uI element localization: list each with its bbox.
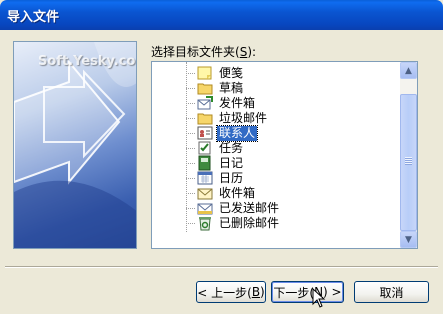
target-folder-label: 选择目标文件夹(S):	[151, 45, 257, 59]
tree-item-label: 已发送邮件	[219, 200, 280, 215]
tree-connector	[186, 87, 195, 89]
deleted-icon	[197, 215, 213, 231]
note-icon	[197, 65, 213, 81]
banner-arrows-graphic	[14, 42, 136, 248]
tasks-icon	[197, 140, 213, 156]
title-bar[interactable]: 导入文件	[0, 0, 443, 30]
chevron-down-icon: ▼	[405, 234, 412, 245]
next-button[interactable]: 下一步(N) >	[271, 281, 344, 303]
tree-item-label: 联系人	[215, 124, 259, 142]
journal-icon	[197, 155, 213, 171]
tree-item[interactable]: 日记	[186, 155, 245, 171]
tree-item-label: 已删除邮件	[219, 215, 280, 230]
tree-connector	[186, 162, 195, 164]
watermark-text: Soft.Yesky.com	[38, 54, 136, 69]
button-separator	[5, 266, 438, 268]
scroll-up-button[interactable]: ▲	[400, 62, 417, 79]
tree-connector	[186, 102, 195, 104]
tree-item[interactable]: 日历	[186, 170, 245, 186]
tree-connector	[186, 192, 195, 194]
tree-item[interactable]: 已删除邮件	[186, 215, 281, 231]
tree-item-label: 日记	[219, 155, 244, 170]
tree-item[interactable]: 草稿	[186, 80, 245, 96]
tree-connector	[186, 132, 195, 134]
inbox-icon	[197, 185, 213, 201]
folder-tree[interactable]: 便笺 草稿 发件箱 垃圾邮件 联系人 任务 日记 日历 收件箱 已发送邮件 已删除邮件 ▲ ▼	[151, 61, 418, 249]
back-button[interactable]: < 上一步(B)	[196, 281, 266, 303]
cancel-button[interactable]: 取消	[354, 281, 429, 303]
tree-item-label: 收件箱	[219, 185, 256, 200]
tree-connector	[186, 72, 195, 74]
tree-item-label: 日历	[219, 170, 244, 185]
window-title: 导入文件	[7, 10, 60, 25]
tree-item-label: 便笺	[219, 65, 244, 80]
chevron-up-icon: ▲	[405, 65, 412, 76]
tree-item[interactable]: 发件箱	[186, 95, 257, 111]
tree-item-label: 发件箱	[219, 95, 256, 110]
scroll-down-button[interactable]: ▼	[400, 231, 417, 248]
tree-item-label: 垃圾邮件	[219, 110, 268, 125]
grip-icon	[405, 157, 412, 165]
wizard-banner-image: Soft.Yesky.com	[13, 41, 137, 249]
outbox-icon	[197, 95, 213, 111]
tree-item[interactable]: 已发送邮件	[186, 200, 281, 216]
contacts-icon	[197, 125, 213, 141]
tree-item-label: 任务	[219, 140, 244, 155]
tree-item[interactable]: 联系人	[186, 124, 259, 142]
tree-item[interactable]: 便笺	[186, 65, 245, 81]
sent-icon	[197, 200, 213, 216]
tree-item[interactable]: 收件箱	[186, 185, 257, 201]
tree-connector	[186, 222, 195, 224]
folder-tree-items: 便笺 草稿 发件箱 垃圾邮件 联系人 任务 日记 日历 收件箱 已发送邮件 已删除邮件	[152, 62, 400, 248]
tree-connector	[186, 147, 195, 149]
vertical-scrollbar[interactable]: ▲ ▼	[400, 62, 417, 248]
folder-icon	[197, 110, 213, 126]
tree-item[interactable]: 任务	[186, 140, 245, 156]
tree-item[interactable]: 垃圾邮件	[186, 110, 269, 126]
mouse-cursor-icon	[312, 288, 326, 308]
tree-connector	[186, 207, 195, 209]
calendar-icon	[197, 170, 213, 186]
scrollbar-thumb[interactable]	[400, 94, 417, 231]
tree-connector	[186, 117, 195, 119]
tree-item-label: 草稿	[219, 80, 244, 95]
tree-connector	[186, 177, 195, 179]
folder-icon	[197, 80, 213, 96]
